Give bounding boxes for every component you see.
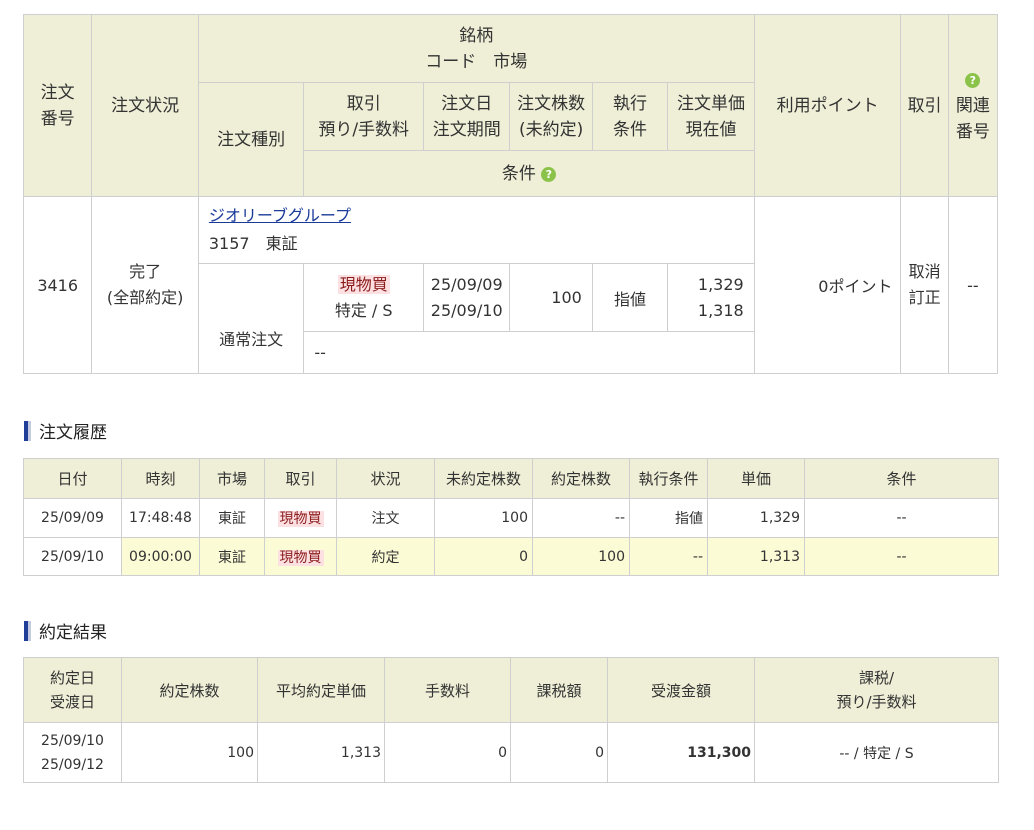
qty-value: 100 bbox=[509, 263, 593, 332]
history-date: 25/09/10 bbox=[23, 537, 122, 576]
history-header-market: 市場 bbox=[199, 458, 265, 499]
history-header-price: 単価 bbox=[707, 458, 805, 499]
results-tax: 0 bbox=[510, 722, 608, 783]
header-order-date: 注文日 注文期間 bbox=[422, 82, 511, 151]
header-status: 注文状況 bbox=[91, 14, 199, 197]
exec-value: 指値 bbox=[591, 263, 669, 332]
section-bar-icon bbox=[24, 420, 31, 441]
code-market: 3157 東証 bbox=[208, 234, 298, 253]
results-tax-type: -- / 特定 / S bbox=[754, 722, 999, 783]
history-filled: 100 bbox=[532, 537, 630, 576]
history-price: 1,313 bbox=[707, 537, 805, 576]
trade-tag: 現物買 bbox=[277, 549, 324, 566]
history-unfilled: 100 bbox=[434, 498, 533, 538]
header-cancel: 取引 bbox=[900, 14, 949, 197]
correct-link[interactable]: 訂正 bbox=[909, 288, 941, 307]
results-avg-price: 1,313 bbox=[257, 722, 385, 783]
history-section-title: 注文履歴 bbox=[24, 418, 107, 443]
history-header-trade: 取引 bbox=[264, 458, 337, 499]
trade-tag: 現物買 bbox=[277, 511, 324, 527]
cancel-link[interactable]: 取消 bbox=[909, 262, 941, 281]
history-header-unfilled: 未約定株数 bbox=[434, 458, 533, 499]
header-brand: 銘柄 コード 市場 bbox=[197, 14, 755, 83]
history-trade: 現物買 bbox=[264, 537, 337, 576]
results-header-fee: 手数料 bbox=[384, 657, 511, 723]
header-trade: 取引 預り/手数料 bbox=[303, 82, 424, 151]
history-state: 注文 bbox=[336, 498, 435, 538]
points-value: 0ポイント bbox=[753, 196, 902, 374]
header-exec: 執行 条件 bbox=[591, 82, 669, 151]
section-bar-icon bbox=[24, 620, 31, 641]
history-price: 1,329 bbox=[707, 498, 805, 538]
history-header-filled: 約定株数 bbox=[532, 458, 630, 499]
results-amount: 131,300 bbox=[607, 722, 755, 783]
history-condition: -- bbox=[804, 498, 999, 538]
results-header-amount: 受渡金額 bbox=[607, 657, 755, 723]
history-market: 東証 bbox=[199, 537, 265, 576]
results-dates: 25/09/10 25/09/12 bbox=[23, 722, 122, 783]
condition-value: -- bbox=[303, 331, 755, 374]
history-unfilled: 0 bbox=[434, 537, 533, 576]
history-condition: -- bbox=[804, 537, 999, 576]
history-header-state: 状況 bbox=[336, 458, 435, 499]
history-table: 日付 時刻 市場 取引 状況 未約定株数 約定株数 執行条件 単価 条件 25/… bbox=[23, 458, 999, 576]
history-state: 約定 bbox=[336, 537, 435, 576]
brand-cell: ジオリーブグループ 3157 東証 bbox=[197, 196, 755, 264]
header-related: ? 関連 番号 bbox=[947, 14, 999, 197]
related-value: -- bbox=[947, 196, 999, 374]
header-condition: 条件 ? bbox=[303, 150, 755, 197]
company-link[interactable]: ジオリーブグループ bbox=[209, 206, 351, 225]
history-row: 25/09/10 09:00:00 東証 現物買 約定 0 100 -- 1,3… bbox=[23, 537, 999, 576]
history-header-time: 時刻 bbox=[121, 458, 200, 499]
history-trade: 現物買 bbox=[264, 498, 337, 538]
actions-cell: 取消 訂正 bbox=[900, 196, 949, 374]
history-exec: 指値 bbox=[629, 498, 708, 538]
results-section-title: 約定結果 bbox=[24, 618, 107, 643]
header-points: 利用ポイント bbox=[753, 14, 902, 197]
history-header-condition: 条件 bbox=[804, 458, 999, 499]
trade-tag: 現物買 bbox=[337, 274, 390, 294]
order-date-value: 25/09/09 25/09/10 bbox=[422, 263, 511, 332]
header-order-type: 注文種別 bbox=[197, 82, 305, 197]
order-status: 完了 (全部約定) bbox=[91, 196, 199, 374]
history-header-date: 日付 bbox=[23, 458, 122, 499]
order-table: 注文 番号 注文状況 銘柄 コード 市場 利用ポイント 取引 ? 関連 番号 注文種別 … bbox=[22, 14, 999, 374]
history-filled: -- bbox=[532, 498, 630, 538]
header-price: 注文単価 現在値 bbox=[667, 82, 755, 151]
results-row: 25/09/10 25/09/12 100 1,313 0 0 131,300 -… bbox=[23, 722, 999, 783]
price-value: 1,329 1,318 bbox=[667, 263, 755, 332]
help-icon[interactable]: ? bbox=[541, 166, 557, 182]
history-date: 25/09/09 bbox=[23, 498, 122, 538]
header-order-no: 注文 番号 bbox=[22, 14, 93, 197]
history-market: 東証 bbox=[199, 498, 265, 538]
order-number: 3416 bbox=[22, 196, 93, 374]
history-exec: -- bbox=[629, 537, 708, 576]
results-fee: 0 bbox=[384, 722, 511, 783]
order-type-value: 通常注文 bbox=[197, 263, 305, 374]
results-header-avg-price: 平均約定単価 bbox=[257, 657, 385, 723]
history-header-exec: 執行条件 bbox=[629, 458, 708, 499]
trade-value: 現物買 特定 / S bbox=[303, 263, 424, 332]
results-qty: 100 bbox=[121, 722, 258, 783]
history-row: 25/09/09 17:48:48 東証 現物買 注文 100 -- 指値 1,… bbox=[23, 498, 999, 538]
results-header-qty: 約定株数 bbox=[121, 657, 258, 723]
results-table: 約定日 受渡日 約定株数 平均約定単価 手数料 課税額 受渡金額 課税/預り/手数… bbox=[23, 657, 999, 783]
help-icon[interactable]: ? bbox=[965, 72, 981, 88]
history-time: 17:48:48 bbox=[121, 498, 200, 538]
results-header-tax-type: 課税/預り/手数料 bbox=[754, 657, 999, 723]
results-header-tax: 課税額 bbox=[510, 657, 608, 723]
header-qty: 注文株数 (未約定) bbox=[509, 82, 593, 151]
history-time: 09:00:00 bbox=[121, 537, 200, 576]
results-header-date: 約定日 受渡日 bbox=[23, 657, 122, 723]
